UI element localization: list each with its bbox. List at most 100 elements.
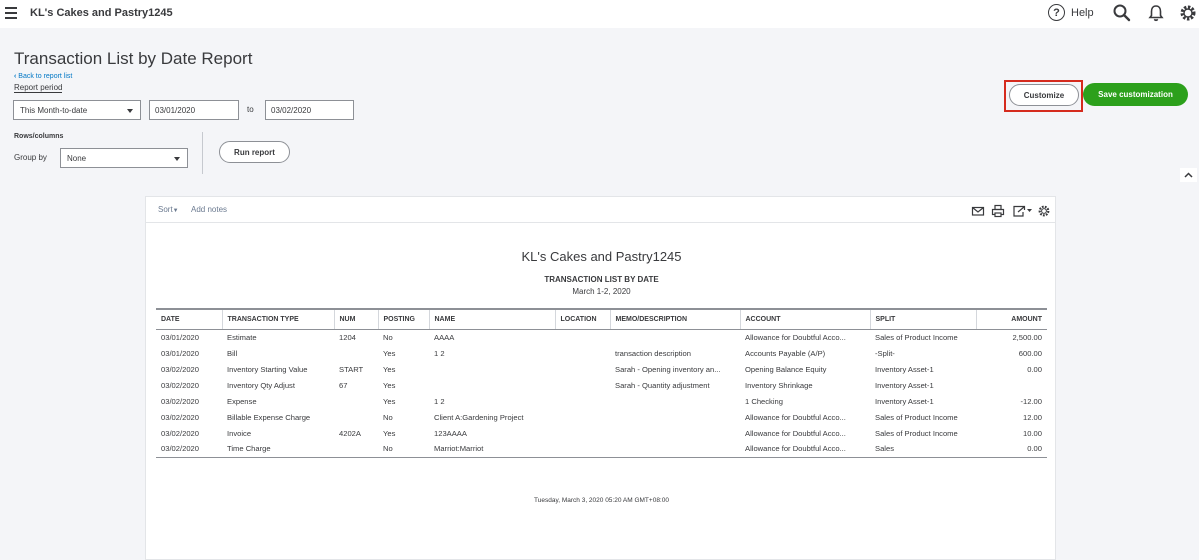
help-button[interactable]: ? Help [1048,4,1094,21]
cell-amount[interactable] [976,377,1047,393]
cell-amount[interactable]: 2,500.00 [976,329,1047,345]
cell-name[interactable]: Client A:Gardening Project [429,409,555,425]
cell-location[interactable] [555,345,610,361]
cell-memo-description[interactable] [610,441,740,458]
cell-num[interactable]: START [334,361,378,377]
cell-location[interactable] [555,361,610,377]
column-header-split[interactable]: SPLIT [869,308,976,330]
cell-date[interactable]: 03/02/2020 [156,393,222,409]
cell-num[interactable] [334,345,378,361]
cell-account[interactable]: Allowance for Doubtful Acco... [740,329,870,345]
cell-memo-description[interactable] [610,409,740,425]
cell-posting[interactable]: Yes [378,345,429,361]
cell-posting[interactable]: Yes [378,361,429,377]
search-icon[interactable] [1112,3,1132,23]
cell-location[interactable] [555,377,610,393]
cell-memo-description[interactable]: Sarah - Quantity adjustment [610,377,740,393]
cell-transaction-type[interactable]: Inventory Starting Value [222,361,334,377]
cell-date[interactable]: 03/02/2020 [156,377,222,393]
cell-num[interactable] [334,441,378,458]
cell-account[interactable]: 1 Checking [740,393,870,409]
cell-name[interactable]: 1 2 [429,345,555,361]
cell-posting[interactable]: No [378,409,429,425]
column-header-account[interactable]: ACCOUNT [739,308,870,330]
cell-transaction-type[interactable]: Billable Expense Charge [222,409,334,425]
cell-amount[interactable]: 0.00 [976,361,1047,377]
export-icon[interactable] [1012,204,1034,218]
cell-posting[interactable]: Yes [378,425,429,441]
cell-location[interactable] [555,329,610,345]
email-icon[interactable] [971,204,985,218]
column-header-name[interactable]: NAME [428,308,555,330]
column-header-posting[interactable]: POSTING [377,308,429,330]
cell-name[interactable]: 123AAAA [429,425,555,441]
add-notes-link[interactable]: Add notes [191,205,227,214]
cell-location[interactable] [555,425,610,441]
cell-posting[interactable]: Yes [378,377,429,393]
cell-account[interactable]: Opening Balance Equity [740,361,870,377]
cell-amount[interactable]: 12.00 [976,409,1047,425]
group-by-select[interactable]: None [60,148,188,168]
bell-icon[interactable] [1146,3,1166,23]
cell-posting[interactable]: Yes [378,393,429,409]
cell-memo-description[interactable]: Sarah - Opening inventory an... [610,361,740,377]
cell-account[interactable]: Allowance for Doubtful Acco... [740,441,870,458]
save-customization-button[interactable]: Save customization [1083,83,1188,106]
cell-split[interactable]: Inventory Asset-1 [870,393,976,409]
end-date-input[interactable]: 03/02/2020 [265,100,354,120]
cell-date[interactable]: 03/01/2020 [156,329,222,345]
cell-posting[interactable]: No [378,329,429,345]
customize-button[interactable]: Customize [1009,84,1079,106]
cell-account[interactable]: Allowance for Doubtful Acco... [740,425,870,441]
cell-split[interactable]: Sales of Product Income [870,409,976,425]
cell-memo-description[interactable] [610,425,740,441]
cell-amount[interactable]: 0.00 [976,441,1047,458]
cell-date[interactable]: 03/01/2020 [156,345,222,361]
cell-split[interactable]: Sales [870,441,976,458]
cell-transaction-type[interactable]: Expense [222,393,334,409]
cell-date[interactable]: 03/02/2020 [156,361,222,377]
cell-name[interactable] [429,361,555,377]
cell-date[interactable]: 03/02/2020 [156,425,222,441]
cell-location[interactable] [555,409,610,425]
cell-split[interactable]: Sales of Product Income [870,329,976,345]
cell-name[interactable] [429,377,555,393]
cell-account[interactable]: Allowance for Doubtful Acco... [740,409,870,425]
cell-amount[interactable]: 10.00 [976,425,1047,441]
cell-transaction-type[interactable]: Bill [222,345,334,361]
column-header-memo-description[interactable]: MEMO/DESCRIPTION [609,308,740,330]
settings-gear-icon[interactable] [1037,204,1051,218]
cell-name[interactable]: Marriot:Marriot [429,441,555,458]
cell-date[interactable]: 03/02/2020 [156,409,222,425]
cell-num[interactable] [334,409,378,425]
cell-date[interactable]: 03/02/2020 [156,441,222,458]
cell-posting[interactable]: No [378,441,429,458]
report-period-select[interactable]: This Month-to-date [13,100,141,120]
cell-amount[interactable]: -12.00 [976,393,1047,409]
cell-transaction-type[interactable]: Estimate [222,329,334,345]
cell-amount[interactable]: 600.00 [976,345,1047,361]
sort-dropdown[interactable]: Sort▼ [158,205,179,214]
cell-num[interactable]: 67 [334,377,378,393]
cell-split[interactable]: Sales of Product Income [870,425,976,441]
cell-num[interactable]: 4202A [334,425,378,441]
cell-memo-description[interactable] [610,329,740,345]
start-date-input[interactable]: 03/01/2020 [149,100,239,120]
gear-icon[interactable] [1178,3,1198,23]
column-header-amount[interactable]: AMOUNT [975,308,1047,330]
cell-location[interactable] [555,441,610,458]
cell-split[interactable]: Inventory Asset-1 [870,377,976,393]
cell-transaction-type[interactable]: Time Charge [222,441,334,458]
back-to-report-list-link[interactable]: ‹ Back to report list [14,73,72,80]
cell-transaction-type[interactable]: Invoice [222,425,334,441]
column-header-num[interactable]: NUM [333,308,378,330]
column-header-transaction-type[interactable]: TRANSACTION TYPE [221,308,334,330]
cell-split[interactable]: -Split- [870,345,976,361]
cell-split[interactable]: Inventory Asset-1 [870,361,976,377]
cell-transaction-type[interactable]: Inventory Qty Adjust [222,377,334,393]
cell-memo-description[interactable]: transaction description [610,345,740,361]
cell-name[interactable]: AAAA [429,329,555,345]
menu-icon[interactable] [5,7,17,19]
cell-num[interactable]: 1204 [334,329,378,345]
cell-num[interactable] [334,393,378,409]
